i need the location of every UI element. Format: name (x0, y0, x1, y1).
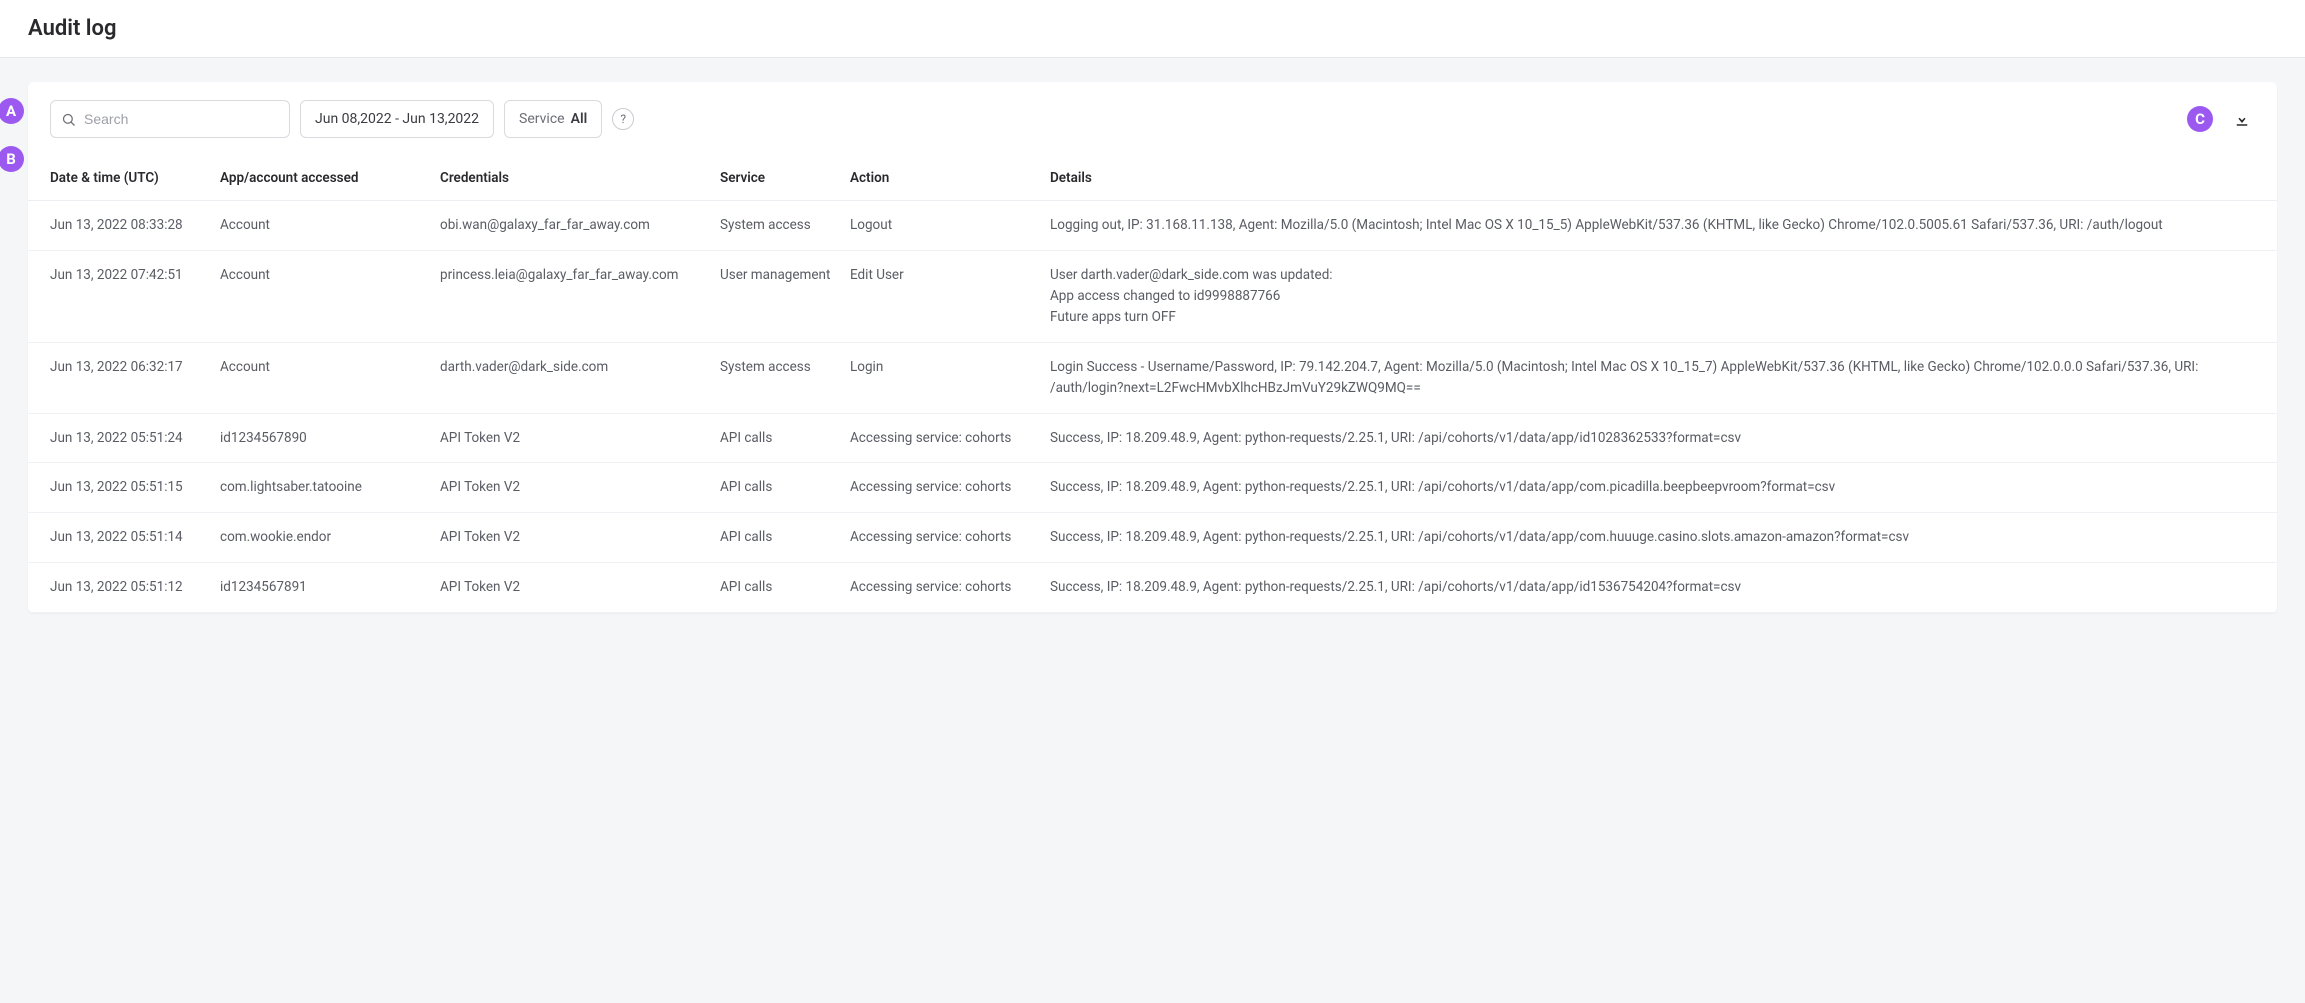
cell-datetime: Jun 13, 2022 08:33:28 (50, 215, 220, 236)
table-body: Jun 13, 2022 08:33:28Accountobi.wan@gala… (28, 201, 2277, 613)
cell-app: Account (220, 215, 440, 236)
annotation-c: C (2187, 106, 2213, 132)
cell-credentials: API Token V2 (440, 477, 720, 498)
cell-service: System access (720, 215, 850, 236)
cell-credentials: API Token V2 (440, 527, 720, 548)
table-header-row: Date & time (UTC) App/account accessed C… (28, 156, 2277, 201)
toolbar: Jun 08,2022 - Jun 13,2022 Service All ? … (28, 100, 2277, 156)
cell-action: Accessing service: cohorts (850, 428, 1050, 449)
search-icon (61, 112, 76, 127)
help-button[interactable]: ? (612, 108, 634, 130)
cell-service: API calls (720, 428, 850, 449)
col-details[interactable]: Details (1050, 170, 2255, 186)
cell-details: User darth.vader@dark_side.com was updat… (1050, 265, 2255, 328)
service-filter[interactable]: Service All (504, 100, 602, 138)
download-button[interactable] (2229, 106, 2255, 132)
service-filter-label: Service (519, 111, 565, 127)
col-action[interactable]: Action (850, 170, 1050, 186)
cell-credentials: princess.leia@galaxy_far_far_away.com (440, 265, 720, 286)
cell-service: System access (720, 357, 850, 378)
cell-details: Success, IP: 18.209.48.9, Agent: python-… (1050, 428, 2255, 449)
cell-details: Success, IP: 18.209.48.9, Agent: python-… (1050, 527, 2255, 548)
cell-app: com.lightsaber.tatooine (220, 477, 440, 498)
cell-service: API calls (720, 577, 850, 598)
download-icon (2233, 110, 2251, 128)
col-datetime[interactable]: Date & time (UTC) (50, 170, 220, 186)
audit-card: Jun 08,2022 - Jun 13,2022 Service All ? … (28, 82, 2277, 613)
cell-action: Accessing service: cohorts (850, 527, 1050, 548)
cell-datetime: Jun 13, 2022 05:51:15 (50, 477, 220, 498)
table-row[interactable]: Jun 13, 2022 05:51:12id1234567891API Tok… (28, 563, 2277, 613)
annotation-b: B (0, 146, 24, 172)
cell-details: Success, IP: 18.209.48.9, Agent: python-… (1050, 577, 2255, 598)
date-range-value: Jun 08,2022 - Jun 13,2022 (315, 111, 479, 127)
annotation-a: A (0, 98, 24, 124)
cell-credentials: obi.wan@galaxy_far_far_away.com (440, 215, 720, 236)
cell-datetime: Jun 13, 2022 05:51:24 (50, 428, 220, 449)
table-row[interactable]: Jun 13, 2022 06:32:17Accountdarth.vader@… (28, 343, 2277, 414)
table-row[interactable]: Jun 13, 2022 05:51:15com.lightsaber.tato… (28, 463, 2277, 513)
cell-action: Accessing service: cohorts (850, 477, 1050, 498)
cell-app: com.wookie.endor (220, 527, 440, 548)
table-row[interactable]: Jun 13, 2022 05:51:14com.wookie.endorAPI… (28, 513, 2277, 563)
cell-details: Login Success - Username/Password, IP: 7… (1050, 357, 2255, 399)
audit-table: Date & time (UTC) App/account accessed C… (28, 156, 2277, 613)
cell-app: Account (220, 357, 440, 378)
cell-datetime: Jun 13, 2022 05:51:12 (50, 577, 220, 598)
col-credentials[interactable]: Credentials (440, 170, 720, 186)
cell-credentials: darth.vader@dark_side.com (440, 357, 720, 378)
cell-datetime: Jun 13, 2022 05:51:14 (50, 527, 220, 548)
cell-app: id1234567891 (220, 577, 440, 598)
cell-action: Accessing service: cohorts (850, 577, 1050, 598)
cell-service: API calls (720, 527, 850, 548)
table-row[interactable]: Jun 13, 2022 08:33:28Accountobi.wan@gala… (28, 201, 2277, 251)
cell-service: User management (720, 265, 850, 286)
cell-credentials: API Token V2 (440, 428, 720, 449)
search-input-wrap[interactable] (50, 100, 290, 138)
page-title: Audit log (28, 16, 2277, 41)
search-input[interactable] (84, 111, 279, 127)
cell-action: Logout (850, 215, 1050, 236)
table-row[interactable]: Jun 13, 2022 07:42:51Accountprincess.lei… (28, 251, 2277, 343)
cell-action: Edit User (850, 265, 1050, 286)
cell-credentials: API Token V2 (440, 577, 720, 598)
cell-datetime: Jun 13, 2022 06:32:17 (50, 357, 220, 378)
cell-details: Logging out, IP: 31.168.11.138, Agent: M… (1050, 215, 2255, 236)
help-icon: ? (620, 112, 626, 126)
cell-app: id1234567890 (220, 428, 440, 449)
col-app[interactable]: App/account accessed (220, 170, 440, 186)
cell-service: API calls (720, 477, 850, 498)
cell-datetime: Jun 13, 2022 07:42:51 (50, 265, 220, 286)
service-filter-value: All (571, 111, 588, 127)
date-range-picker[interactable]: Jun 08,2022 - Jun 13,2022 (300, 100, 494, 138)
col-service[interactable]: Service (720, 170, 850, 186)
cell-app: Account (220, 265, 440, 286)
cell-action: Login (850, 357, 1050, 378)
page-header: Audit log (0, 0, 2305, 58)
cell-details: Success, IP: 18.209.48.9, Agent: python-… (1050, 477, 2255, 498)
table-row[interactable]: Jun 13, 2022 05:51:24id1234567890API Tok… (28, 414, 2277, 464)
